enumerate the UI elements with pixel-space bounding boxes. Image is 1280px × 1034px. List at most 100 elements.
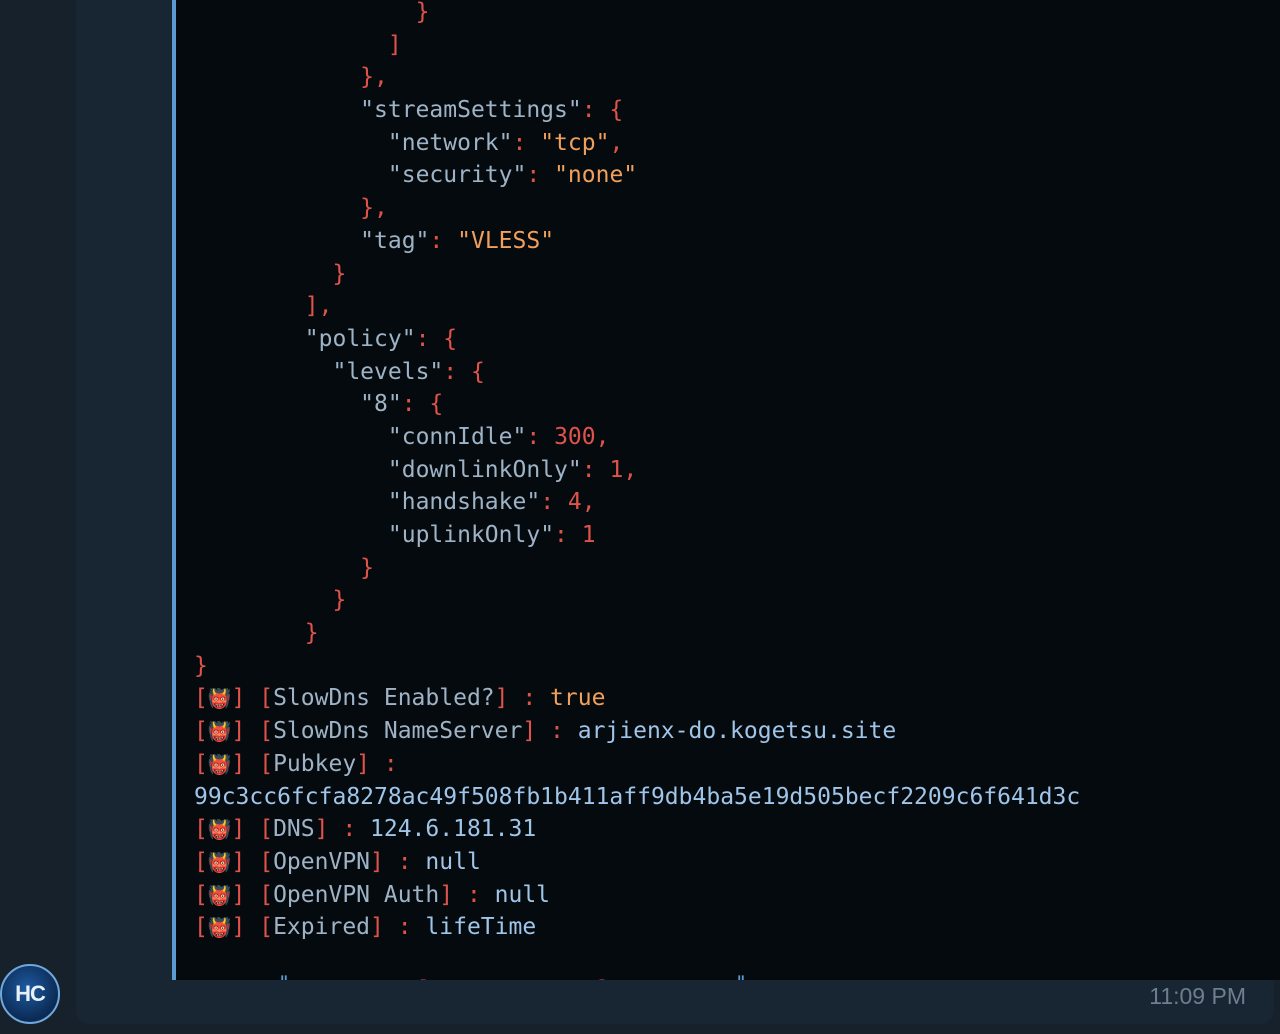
info-value: arjienx-do.kogetsu.site <box>577 718 897 745</box>
info-bracket: ] : <box>370 914 426 941</box>
info-row: [👹] [DNS] : 124.6.181.31 <box>194 813 1080 846</box>
code-line: }, <box>194 61 1080 94</box>
code-line: "streamSettings": { <box>194 94 1080 127</box>
code-token: : { <box>581 97 624 124</box>
code-token: } <box>304 620 319 647</box>
code-token: "levels" <box>332 358 444 385</box>
code-token: : <box>512 129 541 156</box>
info-value: null <box>425 848 481 875</box>
info-bracket: [ <box>194 848 208 875</box>
message-bubble: } ] }, "streamSettings": { "network": "t… <box>76 0 1280 1024</box>
ascii-separator: ╚═════════[ • •✠•❀•✠• •]═════════╝ <box>194 942 748 980</box>
code-line: "handshake": 4, <box>194 486 1080 519</box>
code-token: } <box>332 587 347 614</box>
info-row: [👹] [SlowDns Enabled?] : true <box>194 682 1080 715</box>
code-line: "security": "none" <box>194 159 1080 192</box>
code-token: "downlinkOnly" <box>387 456 582 483</box>
code-token: , <box>595 423 610 450</box>
info-label: OpenVPN Auth <box>273 881 440 908</box>
info-bracket: ] : <box>356 750 412 777</box>
code-line: } <box>194 584 1080 617</box>
info-bracket: ] [ <box>231 914 274 941</box>
code-token: "8" <box>360 391 402 418</box>
info-bracket: [ <box>194 685 208 712</box>
code-token: "tcp" <box>540 129 610 156</box>
code-token: : <box>554 522 582 548</box>
code-token: "handshake" <box>387 489 541 516</box>
code-token: : <box>429 227 458 254</box>
info-bracket: ] : <box>522 718 578 745</box>
avatar-initials: HC <box>15 981 46 1006</box>
info-bracket: [ <box>194 718 208 745</box>
ogre-emoji-icon: 👹 <box>207 884 232 907</box>
info-label: SlowDns NameServer <box>273 718 523 745</box>
code-token: , <box>581 489 596 516</box>
code-line: } <box>194 0 1080 29</box>
info-bracket: ] [ <box>231 848 274 875</box>
info-bracket: ] : <box>314 816 371 843</box>
code-token: 300 <box>554 423 596 450</box>
code-token: : { <box>401 391 444 418</box>
ogre-emoji-icon: 👹 <box>207 917 232 940</box>
code-line: ] <box>194 29 1080 62</box>
info-label: Pubkey <box>273 750 357 777</box>
info-label: OpenVPN <box>273 848 371 875</box>
code-token: : { <box>415 325 458 352</box>
info-bracket: ] [ <box>231 881 274 908</box>
code-token: "policy" <box>304 325 416 352</box>
ogre-emoji-icon: 👹 <box>207 688 232 711</box>
code-token: } <box>194 652 208 679</box>
info-row: 99c3cc6fcfa8278ac49f508fb1b411aff9db4ba5… <box>194 781 1080 814</box>
sender-avatar[interactable]: HC <box>0 964 60 1024</box>
info-bracket: [ <box>194 816 208 843</box>
code-line: "network": "tcp", <box>194 127 1080 160</box>
info-row: [👹] [OpenVPN] : null <box>194 846 1080 879</box>
info-row: [👹] [SlowDns NameServer] : arjienx-do.ko… <box>194 715 1080 748</box>
code-token: "uplinkOnly" <box>387 522 555 548</box>
code-token: } <box>360 554 375 581</box>
info-value: null <box>494 881 551 908</box>
info-label: SlowDns Enabled? <box>273 685 495 712</box>
code-token: ], <box>304 293 333 320</box>
code-lines: } ] }, "streamSettings": { "network": "t… <box>194 0 1080 944</box>
code-token: }, <box>360 195 388 222</box>
code-line: "levels": { <box>194 356 1080 389</box>
code-token: } <box>415 0 430 25</box>
info-value: 124.6.181.31 <box>370 816 537 843</box>
info-bracket: ] : <box>494 685 551 712</box>
ogre-emoji-icon: 👹 <box>207 819 232 842</box>
info-bracket: ] [ <box>231 816 274 843</box>
code-line: "8": { <box>194 388 1080 421</box>
code-token: "connIdle" <box>387 423 527 450</box>
info-value: 99c3cc6fcfa8278ac49f508fb1b411aff9db4ba5… <box>194 783 1081 810</box>
code-token: } <box>332 260 347 287</box>
info-row: [👹] [Expired] : lifeTime <box>194 911 1080 944</box>
message-timestamp: 11:09 PM <box>1149 983 1246 1009</box>
info-value: lifeTime <box>425 914 537 941</box>
code-token: : <box>540 489 568 516</box>
info-label: DNS <box>273 816 315 843</box>
info-bracket: ] [ <box>231 750 274 777</box>
info-label: Expired <box>273 914 371 941</box>
code-token: : { <box>443 358 485 385</box>
code-token: }, <box>360 64 388 91</box>
code-block[interactable]: } ] }, "streamSettings": { "network": "t… <box>172 0 1280 980</box>
separator-open-bracket: [ <box>416 977 444 980</box>
info-bracket: ] [ <box>231 685 274 712</box>
code-line: } <box>194 258 1080 291</box>
separator-ornament: • •✠•❀•✠• • <box>443 977 595 980</box>
